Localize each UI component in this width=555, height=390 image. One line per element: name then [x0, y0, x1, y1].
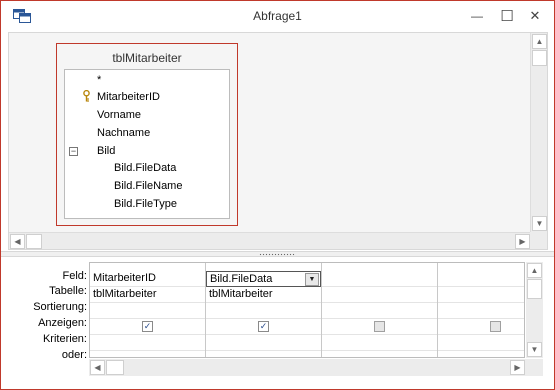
field-list-item[interactable]: Nachname [97, 127, 150, 139]
maximize-button[interactable]: ☐ [495, 5, 519, 27]
scroll-up-icon[interactable]: ▲ [527, 263, 542, 278]
or-cell[interactable] [90, 351, 205, 357]
scroll-left-icon[interactable]: ◀ [90, 360, 105, 375]
table-cell[interactable]: tblMitarbeiter [90, 287, 205, 303]
criteria-cell[interactable] [438, 335, 524, 351]
field-list-item[interactable]: Bild.FileData [114, 162, 176, 174]
sort-cell[interactable] [322, 303, 437, 319]
table-title: tblMitarbeiter [112, 51, 182, 65]
show-checkbox[interactable] [490, 321, 501, 332]
scrollbar-corner [526, 359, 543, 376]
scroll-down-icon[interactable]: ▼ [527, 342, 542, 357]
row-label-sortierung: Sortierung: [33, 301, 87, 313]
scroll-thumb[interactable] [532, 50, 547, 66]
or-cell[interactable] [438, 351, 524, 357]
collapse-icon[interactable]: − [69, 147, 78, 156]
row-label-anzeigen: Anzeigen: [38, 317, 87, 329]
field-list-item[interactable]: Bild [97, 145, 115, 157]
grid-column[interactable] [322, 263, 438, 357]
horizontal-scrollbar[interactable]: ◀ ▶ [9, 232, 531, 249]
pane-splitter[interactable] [1, 251, 554, 257]
scroll-thumb[interactable] [106, 360, 124, 375]
scroll-left-icon[interactable]: ◀ [10, 234, 25, 249]
field-list-item[interactable]: MitarbeiterID [97, 91, 160, 103]
show-checkbox[interactable] [374, 321, 385, 332]
field-list-item[interactable]: * [97, 74, 101, 86]
field-cell[interactable]: Bild.FileData ▼ [206, 271, 321, 287]
vertical-scrollbar[interactable]: ▲ ▼ [530, 33, 547, 233]
row-label-kriterien: Kriterien: [42, 333, 87, 345]
show-cell[interactable]: ✓ [206, 319, 321, 335]
or-cell[interactable] [206, 351, 321, 357]
field-cell[interactable]: MitarbeiterID [90, 271, 205, 287]
minimize-button[interactable]: — [465, 5, 489, 27]
maximize-icon: ☐ [500, 8, 514, 25]
table-cell[interactable]: tblMitarbeiter [206, 287, 321, 303]
row-label-feld: Feld: [62, 270, 87, 282]
row-label-tabelle: Tabelle: [49, 285, 87, 297]
splitter-grip-icon[interactable] [259, 253, 295, 256]
minimize-icon: — [471, 9, 483, 23]
field-list-item[interactable]: Bild.FileType [114, 198, 177, 210]
grid-column[interactable]: Bild.FileData ▼ tblMitarbeiter ✓ [206, 263, 322, 357]
grid-horizontal-scrollbar[interactable]: ◀ ▶ [89, 359, 526, 376]
dropdown-arrow-icon[interactable]: ▼ [305, 273, 319, 286]
primary-key-icon [83, 90, 90, 102]
criteria-cell[interactable] [322, 335, 437, 351]
close-icon: ✕ [529, 8, 541, 23]
table-cell[interactable] [438, 287, 524, 303]
table-box[interactable]: tblMitarbeiter * MitarbeiterID Vorname N… [56, 43, 238, 226]
sort-cell[interactable] [438, 303, 524, 319]
scroll-thumb[interactable] [26, 234, 42, 249]
show-cell[interactable] [438, 319, 524, 335]
query-window: Abfrage1 — ☐ ✕ tblMitarbeiter * Mitarbei… [0, 0, 555, 390]
show-cell[interactable] [322, 319, 437, 335]
field-list-item[interactable]: Vorname [97, 109, 141, 121]
scroll-thumb[interactable] [527, 279, 542, 299]
scroll-right-icon[interactable]: ▶ [510, 360, 525, 375]
grid-column[interactable] [438, 263, 524, 357]
show-cell[interactable]: ✓ [90, 319, 205, 335]
scrollbar-corner [530, 232, 547, 249]
title-bar[interactable]: Abfrage1 — ☐ ✕ [1, 1, 554, 32]
design-grid[interactable]: MitarbeiterID tblMitarbeiter ✓ Bild.File… [89, 262, 525, 358]
field-cell-value: Bild.FileData [210, 273, 273, 285]
field-cell[interactable] [322, 271, 437, 287]
field-cell[interactable] [438, 271, 524, 287]
show-checkbox[interactable]: ✓ [142, 321, 153, 332]
sort-cell[interactable] [206, 303, 321, 319]
sort-cell[interactable] [90, 303, 205, 319]
table-pane[interactable]: tblMitarbeiter * MitarbeiterID Vorname N… [8, 32, 548, 250]
criteria-cell[interactable] [90, 335, 205, 351]
grid-column[interactable]: MitarbeiterID tblMitarbeiter ✓ [90, 263, 206, 357]
field-list-item[interactable]: Bild.FileName [114, 180, 182, 192]
scroll-down-icon[interactable]: ▼ [532, 216, 547, 231]
show-checkbox[interactable]: ✓ [258, 321, 269, 332]
scroll-up-icon[interactable]: ▲ [532, 34, 547, 49]
table-cell[interactable] [322, 287, 437, 303]
criteria-cell[interactable] [206, 335, 321, 351]
or-cell[interactable] [322, 351, 437, 357]
grid-vertical-scrollbar[interactable]: ▲ ▼ [526, 262, 543, 358]
scroll-right-icon[interactable]: ▶ [515, 234, 530, 249]
row-label-oder: oder: [61, 349, 87, 361]
close-button[interactable]: ✕ [523, 5, 547, 27]
field-list[interactable]: * MitarbeiterID Vorname Nachname − Bild … [64, 69, 230, 219]
